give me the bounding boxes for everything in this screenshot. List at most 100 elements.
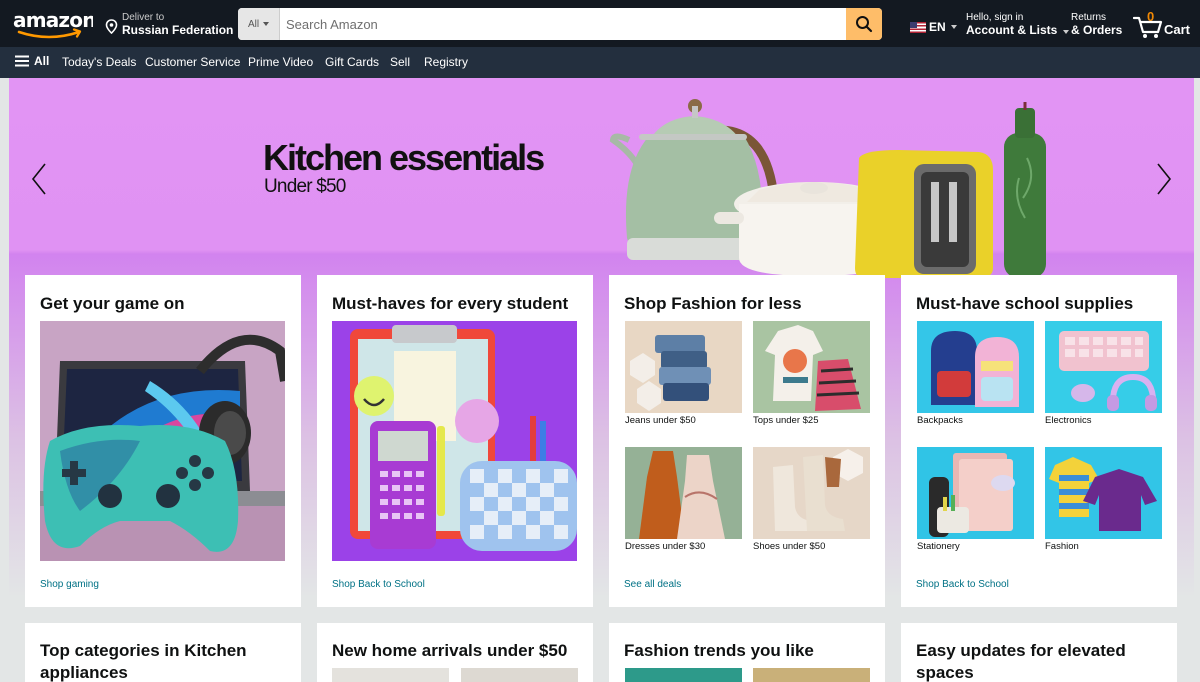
quad-item-backpacks[interactable]: Backpacks: [917, 321, 1034, 426]
language-selector[interactable]: EN: [910, 20, 957, 34]
search-icon: [856, 16, 873, 33]
carousel-previous-button[interactable]: [29, 162, 49, 196]
card-title: Top categories in Kitchen appliances: [40, 641, 247, 682]
home-arrival-image[interactable]: [332, 668, 449, 682]
orders-label: & Orders: [1071, 23, 1123, 37]
quad-item-fashion[interactable]: Fashion: [1045, 447, 1162, 552]
card-title: Shop Fashion for less: [624, 294, 802, 313]
quad-item-shoes[interactable]: Shoes under $50: [753, 447, 870, 552]
quad-caption: Jeans under $50: [625, 415, 696, 426]
card-fashion-trends: Fashion trends you like: [609, 623, 885, 682]
svg-text:amazon: amazon: [13, 8, 93, 32]
quad-caption: Stationery: [917, 541, 960, 552]
backpacks-image: [917, 321, 1034, 413]
search-input[interactable]: [280, 8, 846, 40]
electronics-image-art: [1045, 321, 1162, 413]
jeans-image: [625, 321, 742, 413]
card-title: Must-have school supplies: [916, 294, 1134, 313]
nav-link-customer-service[interactable]: Customer Service: [145, 55, 240, 69]
quad-caption: Tops under $25: [753, 415, 819, 426]
returns-orders[interactable]: Returns & Orders: [1071, 12, 1122, 37]
shop-back-to-school-link[interactable]: Shop Back to School: [916, 579, 1009, 590]
shoes-image: [753, 447, 870, 539]
shop-gaming-link[interactable]: Shop gaming: [40, 579, 99, 590]
jeans-image-art: [625, 321, 742, 413]
account-lists-label: Account & Lists: [966, 23, 1069, 37]
stationery-image: [917, 447, 1034, 539]
nav-link-registry[interactable]: Registry: [424, 55, 468, 69]
quad-item-tops[interactable]: Tops under $25: [753, 321, 870, 426]
card-kitchen-appliances: Top categories in Kitchen appliances: [25, 623, 301, 682]
student-image[interactable]: [332, 321, 577, 561]
tops-image-art: [753, 321, 870, 413]
returns-label: Returns: [1071, 12, 1107, 23]
fashion-trend-image[interactable]: [625, 668, 742, 682]
card-school-supplies: Must-have school supplies Backpacks Elec…: [901, 275, 1177, 607]
all-menu-button[interactable]: All: [15, 54, 49, 68]
nav-link-gift-cards[interactable]: Gift Cards: [325, 55, 379, 69]
cart-label: Cart: [1164, 22, 1191, 37]
search-category-label: All: [247, 18, 260, 30]
all-menu-label: All: [34, 54, 50, 68]
shop-back-to-school-link[interactable]: Shop Back to School: [332, 579, 425, 590]
account-menu[interactable]: Hello, sign in Account & Lists: [966, 12, 1069, 37]
gaming-image[interactable]: [40, 321, 285, 561]
stationery-image-art: [917, 447, 1034, 539]
quad-caption: Dresses under $30: [625, 541, 706, 552]
card-title: Easy updates for elevated spaces: [916, 641, 1126, 682]
cart-button[interactable]: 0 Cart: [1133, 9, 1193, 39]
card-title: Fashion trends you like: [624, 641, 814, 660]
nav-link-prime-video[interactable]: Prime Video: [248, 55, 313, 69]
cart-icon: [1133, 16, 1163, 38]
quad-item-dresses[interactable]: Dresses under $30: [625, 447, 742, 552]
quad-item-stationery[interactable]: Stationery: [917, 447, 1034, 552]
quad-caption: Backpacks: [917, 415, 963, 426]
carousel-next-button[interactable]: [1154, 162, 1174, 196]
location-pin-icon: [105, 19, 118, 34]
gaming-laptop-controller-image: [40, 321, 285, 561]
card-elevated-spaces: Easy updates for elevated spaces: [901, 623, 1177, 682]
language-label: EN: [929, 20, 946, 34]
home-arrival-image[interactable]: [461, 668, 578, 682]
card-home-arrivals: New home arrivals under $50: [317, 623, 593, 682]
card-student: Must-haves for every student Shop Back t…: [317, 275, 593, 607]
quad-caption: Fashion: [1045, 541, 1079, 552]
tops-image: [753, 321, 870, 413]
amazon-logo-image: amazon: [13, 8, 96, 39]
deliver-to-country: Russian Federation: [122, 23, 234, 37]
card-title: Must-haves for every student: [332, 294, 569, 313]
chevron-down-icon: [1062, 30, 1069, 34]
see-all-deals-link[interactable]: See all deals: [624, 579, 681, 590]
account-greeting: Hello, sign in: [966, 12, 1024, 23]
quad-caption: Electronics: [1045, 415, 1092, 426]
kitchen-products-image: [609, 99, 1046, 278]
school-supplies-image: [332, 321, 577, 561]
shoes-image-art: [753, 447, 870, 539]
nav-link-sell[interactable]: Sell: [390, 55, 410, 69]
nav-link-todays-deals[interactable]: Today's Deals: [62, 55, 136, 69]
card-title: Get your game on: [40, 294, 185, 313]
amazon-logo[interactable]: amazon: [13, 8, 96, 42]
top-nav: amazon Deliver to Russian Federation All…: [0, 0, 1200, 47]
chevron-down-icon: [263, 22, 270, 26]
hero-title: Kitchen essentials: [263, 137, 545, 178]
backpacks-image-art: [917, 321, 1034, 413]
quad-item-jeans[interactable]: Jeans under $50: [625, 321, 742, 426]
card-fashion: Shop Fashion for less Jeans under $50 To…: [609, 275, 885, 607]
deliver-to-label: Deliver to: [122, 12, 165, 23]
account-lists-text: Account & Lists: [966, 23, 1058, 37]
hamburger-menu-icon: [15, 55, 29, 67]
search-bar: All: [238, 8, 882, 40]
kids-fashion-image: [1045, 447, 1162, 539]
fashion-trend-image[interactable]: [753, 668, 870, 682]
dresses-image: [625, 447, 742, 539]
dresses-image-art: [625, 447, 742, 539]
search-category-dropdown[interactable]: All: [238, 8, 280, 40]
quad-item-electronics[interactable]: Electronics: [1045, 321, 1162, 426]
electronics-image: [1045, 321, 1162, 413]
sub-nav: All Today's Deals Customer Service Prime…: [0, 47, 1200, 78]
card-title: New home arrivals under $50: [332, 641, 568, 660]
kids-fashion-image-art: [1045, 447, 1162, 539]
us-flag-icon: [910, 21, 926, 33]
search-button[interactable]: [846, 8, 882, 40]
